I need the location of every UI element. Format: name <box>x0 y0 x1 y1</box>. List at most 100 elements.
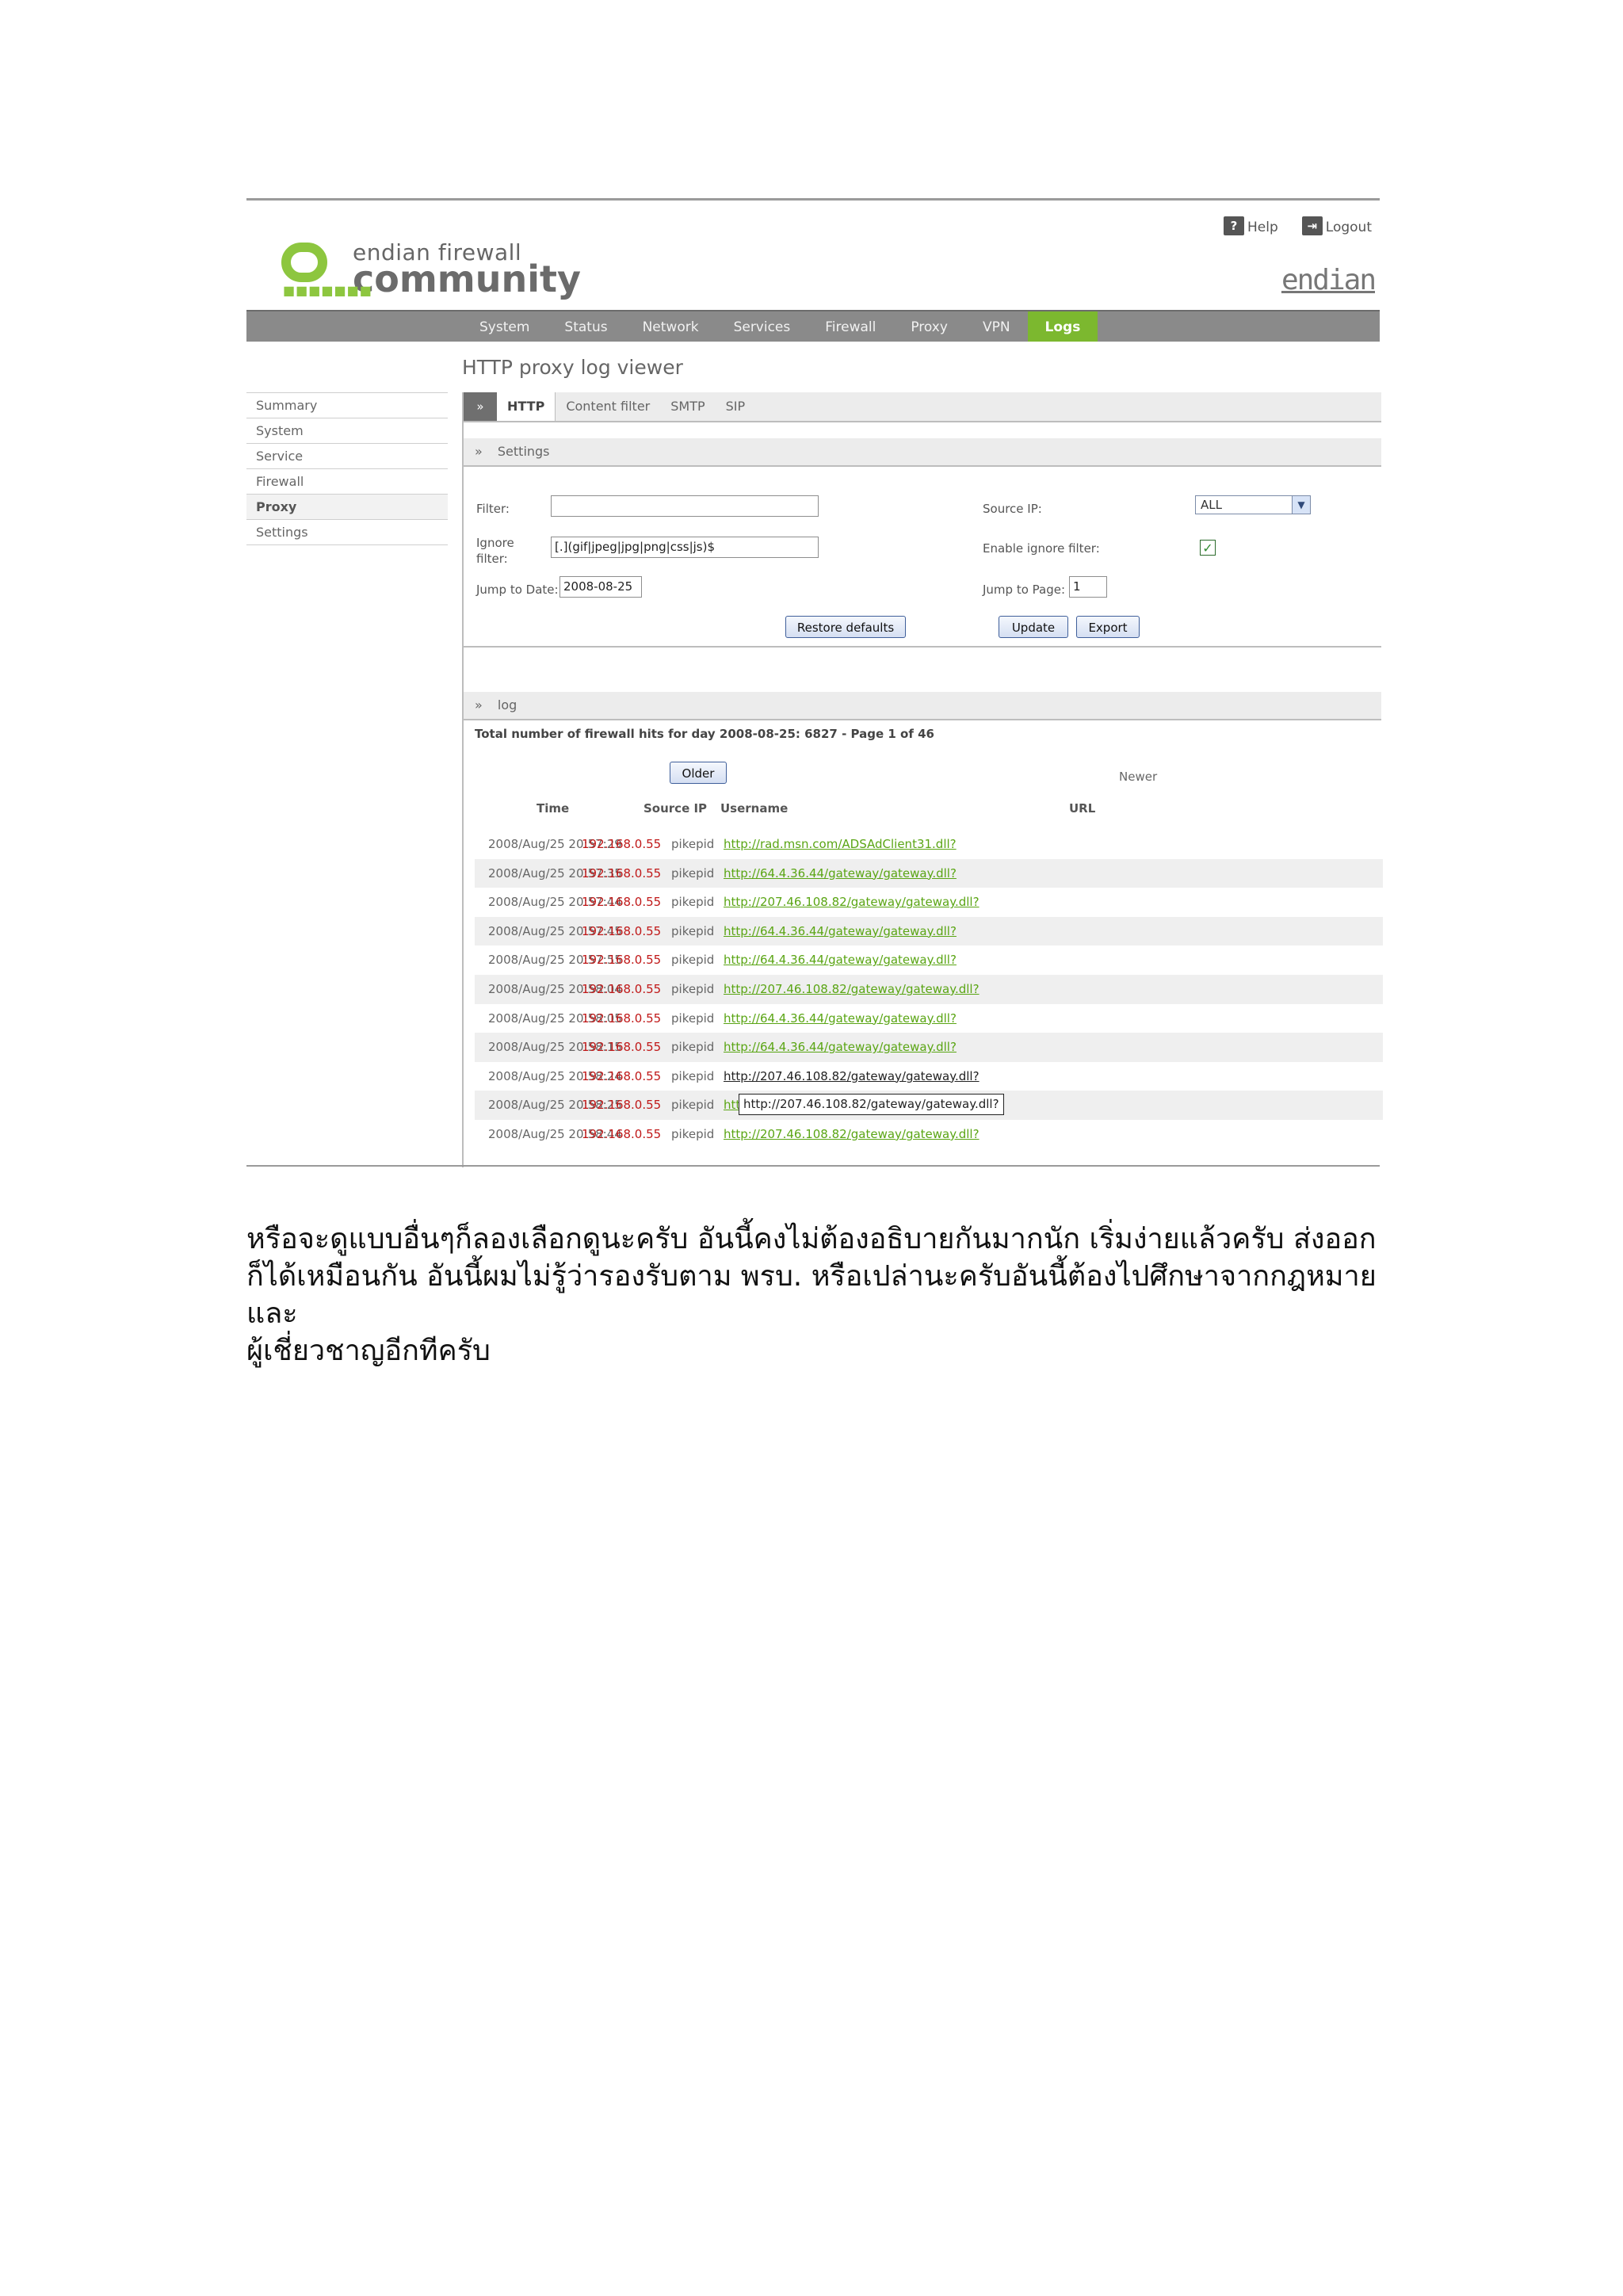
row-source-ip: 192.168.0.55 <box>582 1098 662 1113</box>
source-ip-value: ALL <box>1201 498 1222 512</box>
article-caption: หรือจะดูแบบอื่นๆก็ลองเลือกดูนะครับ อันนี… <box>246 1221 1388 1370</box>
row-url-link[interactable]: http://64.4.36.44/gateway/gateway.dll? <box>724 859 957 888</box>
subtab-smtp[interactable]: SMTP <box>660 392 715 421</box>
nav-tab-services[interactable]: Services <box>716 311 808 342</box>
settings-panel: Filter: Ignore filter: [.](gif|jpeg|jpg|… <box>464 467 1381 648</box>
update-button[interactable]: Update <box>999 616 1068 638</box>
settings-header-label: Settings <box>497 444 550 459</box>
sidebar-item-proxy[interactable]: Proxy <box>246 495 448 520</box>
row-url-link[interactable]: http://rad.msn.com/ADSAdClient31.dll? <box>724 830 957 859</box>
help-link[interactable]: ? Help <box>1224 216 1278 235</box>
row-username: pikepid <box>671 1010 715 1026</box>
nav-tab-system[interactable]: System <box>462 311 547 342</box>
subtab-http[interactable]: HTTP <box>497 392 556 421</box>
row-url-link[interactable]: http://64.4.36.44/gateway/gateway.dll? <box>724 1004 957 1033</box>
row-source-ip: 192.168.0.55 <box>582 953 662 968</box>
sidebar: Summary System Service Firewall Proxy Setting… <box>246 392 448 545</box>
row-url-link[interactable]: http://207.46.108.82/gateway/gateway.dll… <box>724 1062 980 1091</box>
nav-tab-status[interactable]: Status <box>547 311 624 342</box>
sidebar-item-summary[interactable]: Summary <box>246 392 448 418</box>
row-username: pikepid <box>671 953 715 968</box>
log-summary: Total number of firewall hits for day 20… <box>475 727 934 741</box>
row-source-ip: 192.168.0.55 <box>582 837 662 851</box>
sidebar-item-system[interactable]: System <box>246 418 448 444</box>
help-icon: ? <box>1224 216 1245 235</box>
url-tooltip: http://207.46.108.82/gateway/gateway.dll… <box>739 1094 1004 1116</box>
main-nav: System Status Network Services Firewall Proxy… <box>246 310 1380 342</box>
row-source-ip: 192.168.0.55 <box>582 865 662 881</box>
jump-page-label: Jump to Page: <box>983 583 1066 597</box>
nav-tab-proxy[interactable]: Proxy <box>893 311 965 342</box>
log-section-header[interactable]: » log <box>464 692 1381 720</box>
ignore-filter-input[interactable]: [.](gif|jpeg|jpg|png|css|js)$ <box>551 537 819 558</box>
table-row: 2008/Aug/25 20:57:35 192.168.0.55 pikepid h… <box>475 858 1383 888</box>
row-username: pikepid <box>671 981 715 996</box>
sidebar-item-service[interactable]: Service <box>246 444 448 469</box>
table-row: 2008/Aug/25 20:57:29 192.168.0.55 pikepid h… <box>475 830 1383 859</box>
page-title: HTTP proxy log viewer <box>462 356 683 379</box>
ignore-label-line2: filter: <box>476 552 508 566</box>
logout-icon: ⇥ <box>1301 216 1323 235</box>
nav-tab-network[interactable]: Network <box>625 311 716 342</box>
subtab-sip[interactable]: SIP <box>716 392 756 421</box>
logout-link[interactable]: ⇥ Logout <box>1301 216 1372 235</box>
row-url-link[interactable]: http://207.46.108.82/gateway/gateway.dll… <box>724 975 980 1004</box>
section-toggle-icon: » <box>475 444 483 459</box>
row-username: pikepid <box>671 837 715 851</box>
row-username: pikepid <box>671 1126 715 1141</box>
nav-tab-vpn[interactable]: VPN <box>965 311 1028 342</box>
restore-defaults-button[interactable]: Restore defaults <box>785 616 906 638</box>
jump-date-input[interactable]: 2008-08-25 <box>559 576 642 598</box>
enable-ignore-checkbox[interactable]: ✓ <box>1200 540 1216 556</box>
screenshot-frame: ? Help ⇥ Logout ■■■■■■■ endian firewall … <box>246 198 1383 1167</box>
caption-line: หรือจะดูแบบอื่นๆก็ลองเลือกดูนะครับ อันนี… <box>246 1223 1377 1255</box>
logo-line2: community <box>353 258 581 300</box>
sub-tabs: » HTTP Content filter SMTP SIP <box>464 392 1381 422</box>
enable-ignore-label: Enable ignore filter: <box>983 541 1100 556</box>
export-button[interactable]: Export <box>1076 616 1140 638</box>
logout-label: Logout <box>1325 220 1372 235</box>
col-url: URL <box>1069 801 1096 816</box>
row-url-link[interactable]: http://207.46.108.82/gateway/gateway.dll… <box>724 1120 980 1149</box>
sidebar-item-firewall[interactable]: Firewall <box>246 469 448 495</box>
table-row: 2008/Aug/25 20:57:55 192.168.0.55 pikepid h… <box>475 946 1383 975</box>
table-row: 2008/Aug/25 20:57:44 192.168.0.55 pikepid h… <box>475 888 1383 917</box>
col-source-ip: Source IP <box>643 801 708 816</box>
row-source-ip: 192.168.0.55 <box>582 1068 662 1083</box>
logo-mark-icon: ■■■■■■■ <box>281 243 372 297</box>
filter-label: Filter: <box>476 502 510 516</box>
chevron-down-icon: ▼ <box>1292 496 1310 514</box>
endian-logo: ■■■■■■■ endian firewall community <box>281 242 581 297</box>
filter-input[interactable] <box>551 495 819 517</box>
row-source-ip: 192.168.0.55 <box>582 895 662 910</box>
row-source-ip: 192.168.0.55 <box>582 1126 662 1141</box>
table-row: 2008/Aug/25 20:58:44 192.168.0.55 pikepid h… <box>475 1120 1383 1149</box>
nav-tab-logs[interactable]: Logs <box>1027 311 1098 342</box>
row-username: pikepid <box>671 1068 715 1083</box>
sidebar-item-settings[interactable]: Settings <box>246 520 448 545</box>
main-content: » HTTP Content filter SMTP SIP » Settings F… <box>462 392 1383 1167</box>
log-table: 2008/Aug/25 20:57:29 192.168.0.55 pikepid h… <box>475 830 1383 1149</box>
row-source-ip: 192.168.0.55 <box>582 1040 662 1055</box>
source-ip-select[interactable]: ALL ▼ <box>1195 495 1311 514</box>
nav-tab-firewall[interactable]: Firewall <box>808 311 893 342</box>
log-toggle-icon: » <box>475 697 483 712</box>
subtab-content-filter[interactable]: Content filter <box>556 392 660 421</box>
col-username: Username <box>720 801 789 816</box>
table-row: 2008/Aug/25 20:58:05 192.168.0.55 pikepid h… <box>475 1004 1383 1033</box>
settings-section-header[interactable]: » Settings <box>464 438 1381 467</box>
older-button[interactable]: Older <box>670 762 727 784</box>
row-url-link[interactable]: http://64.4.36.44/gateway/gateway.dll? <box>724 1033 957 1062</box>
source-ip-label: Source IP: <box>983 502 1042 516</box>
row-source-ip: 192.168.0.55 <box>582 981 662 996</box>
row-url-link[interactable]: http://64.4.36.44/gateway/gateway.dll? <box>724 917 957 946</box>
row-url-link[interactable]: http://64.4.36.44/gateway/gateway.dll? <box>724 946 957 975</box>
row-url-link[interactable]: http://207.46.108.82/gateway/gateway.dll… <box>724 888 980 917</box>
newer-link[interactable]: Newer <box>1119 770 1157 784</box>
bottom-divider <box>246 1165 1380 1167</box>
jump-page-input[interactable]: 1 <box>1069 576 1107 598</box>
row-username: pikepid <box>671 895 715 910</box>
table-row: 2008/Aug/25 20:57:45 192.168.0.55 pikepid h… <box>475 916 1383 946</box>
col-time: Time <box>537 801 570 816</box>
ignore-filter-label: Ignore filter: <box>476 535 514 567</box>
